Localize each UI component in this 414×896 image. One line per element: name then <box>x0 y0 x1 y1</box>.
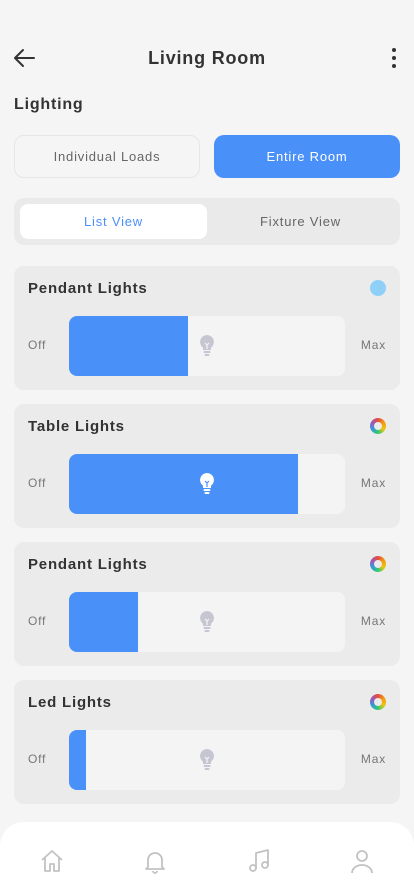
more-options-button[interactable] <box>380 44 408 72</box>
off-label: Off <box>28 338 47 352</box>
home-icon <box>41 850 63 872</box>
color-picker-icon[interactable] <box>370 694 386 710</box>
back-arrow-icon <box>14 49 35 67</box>
more-vertical-icon <box>392 48 396 68</box>
section-label: Lighting <box>14 96 84 113</box>
tab-notifications[interactable] <box>140 846 170 876</box>
music-icon <box>248 849 269 872</box>
mode-selector: Individual Loads Entire Room <box>14 135 400 178</box>
light-card: Pendant Lights Off Max <box>14 266 400 390</box>
lightbulb-icon <box>200 473 214 494</box>
bell-icon <box>145 852 166 874</box>
page-title: Living Room <box>148 47 266 68</box>
brightness-fill <box>69 730 86 790</box>
brightness-slider[interactable] <box>69 454 345 514</box>
brightness-slider[interactable] <box>69 316 345 376</box>
light-name: Led Lights <box>28 694 112 711</box>
lightbulb-icon <box>200 611 214 632</box>
color-picker-icon[interactable] <box>370 280 386 296</box>
brightness-fill <box>69 316 188 376</box>
entire-room-button[interactable]: Entire Room <box>214 135 400 178</box>
light-card: Led Lights Off Max <box>14 680 400 804</box>
bottom-tab-bar <box>0 822 414 896</box>
individual-loads-button[interactable]: Individual Loads <box>14 135 200 178</box>
brightness-fill <box>69 454 298 514</box>
max-label: Max <box>360 752 386 766</box>
max-label: Max <box>360 614 386 628</box>
tab-fixture-view[interactable]: Fixture View <box>207 204 394 239</box>
tab-profile[interactable] <box>347 846 377 876</box>
light-card: Pendant Lights Off Max <box>14 542 400 666</box>
off-label: Off <box>28 614 47 628</box>
brightness-slider[interactable] <box>69 730 345 790</box>
tab-music[interactable] <box>244 846 274 876</box>
header: Living Room <box>0 36 414 80</box>
max-label: Max <box>360 476 386 490</box>
off-label: Off <box>28 476 47 490</box>
light-name: Pendant Lights <box>28 556 148 573</box>
color-picker-icon[interactable] <box>370 556 386 572</box>
tab-home[interactable] <box>37 846 67 876</box>
max-label: Max <box>360 338 386 352</box>
tab-list-view[interactable]: List View <box>20 204 207 239</box>
lightbulb-icon <box>200 335 214 356</box>
color-picker-icon[interactable] <box>370 418 386 434</box>
light-card: Table Lights Off Max <box>14 404 400 528</box>
light-name: Pendant Lights <box>28 280 148 297</box>
profile-icon <box>351 850 374 874</box>
back-button[interactable] <box>10 44 38 72</box>
off-label: Off <box>28 752 47 766</box>
view-toggle: List View Fixture View <box>14 198 400 245</box>
light-name: Table Lights <box>28 418 125 435</box>
screen: Living Room Lighting Individual Loads En… <box>0 0 414 896</box>
brightness-fill <box>69 592 138 652</box>
lightbulb-icon <box>200 749 214 770</box>
brightness-slider[interactable] <box>69 592 345 652</box>
